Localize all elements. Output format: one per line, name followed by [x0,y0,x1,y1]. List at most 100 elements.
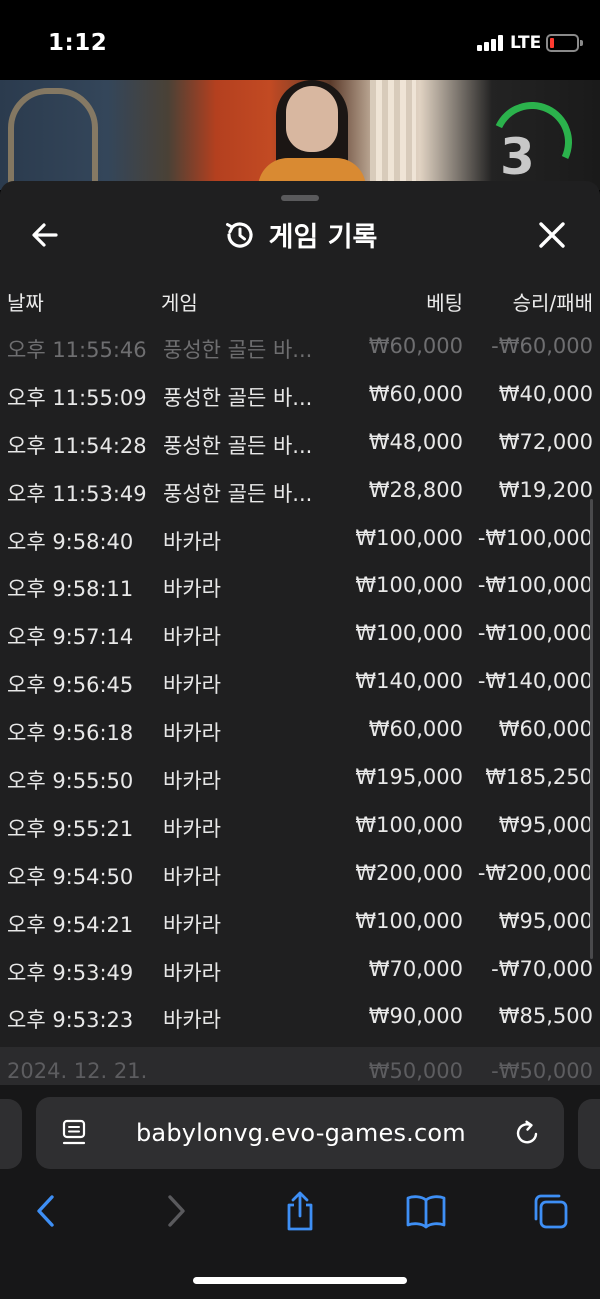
chevron-left-icon [37,1195,54,1227]
table-row[interactable]: 오후 11:54:28 풍성한 골든 바... ₩48,000 ₩72,000 [0,420,600,468]
table-header: 날짜 게임 베팅 승리/패배 [0,281,600,317]
browser-forward-button[interactable] [156,1189,196,1233]
close-button[interactable] [532,215,572,255]
row-result: -₩100,000 [477,525,593,550]
column-header-result: 승리/패배 [512,291,593,315]
row-date: 오후 9:53:23 [7,1008,134,1033]
network-type: LTE [510,33,542,53]
row-game: 바카라 [163,529,221,554]
history-table[interactable]: 오후 11:55:46 풍성한 골든 바... ₩60,000 -₩60,000 오후 … [0,324,600,1042]
row-date: 오후 9:53:49 [7,960,134,985]
row-game: 바카라 [163,1008,221,1033]
status-time: 1:12 [48,30,108,56]
row-bet: ₩100,000 [355,908,463,933]
countdown-timer-value: 3 [500,128,535,186]
row-bet: ₩70,000 [368,956,463,981]
scrollbar[interactable] [590,499,593,959]
row-date: 오후 9:58:11 [7,577,134,602]
row-date: 오후 11:55:09 [7,385,147,410]
table-row[interactable]: 오후 9:55:50 바카라 ₩195,000 ₩185,250 [0,755,600,803]
row-bet: ₩60,000 [368,334,463,358]
battery-icon [546,34,583,52]
row-bet: ₩100,000 [355,621,463,646]
previous-tab-preview[interactable] [0,1099,22,1169]
column-header-bet: 베팅 [426,291,463,315]
row-bet: ₩60,000 [368,381,463,406]
row-date: 오후 11:53:49 [7,481,147,506]
table-row[interactable]: 오후 9:53:23 바카라 ₩90,000 ₩85,500 [0,994,600,1042]
row-date: 오후 11:54:28 [7,433,147,458]
reload-icon[interactable] [514,1119,542,1147]
column-header-game: 게임 [161,291,198,315]
row-game: 풍성한 골든 바... [163,433,313,458]
tabs-button[interactable] [530,1189,570,1233]
row-game: 바카라 [163,864,221,889]
row-game: 바카라 [163,721,221,746]
table-row[interactable]: 오후 9:56:45 바카라 ₩140,000 -₩140,000 [0,659,600,707]
background-pillar [370,80,416,190]
row-result: -₩100,000 [477,621,593,646]
next-tab-preview[interactable] [578,1099,600,1169]
table-row[interactable]: 오후 11:53:49 풍성한 골든 바... ₩28,800 ₩19,200 [0,468,600,516]
address-bar[interactable]: babylonvg.evo-games.com [36,1097,564,1169]
table-row[interactable]: 오후 9:57:14 바카라 ₩100,000 -₩100,000 [0,611,600,659]
close-icon [539,222,565,248]
row-game: 풍성한 골든 바... [163,481,313,506]
row-date: 오후 9:56:18 [7,721,134,746]
sheet-grabber[interactable] [281,195,319,201]
bookmarks-button[interactable] [404,1189,448,1233]
row-date: 오후 9:54:50 [7,864,134,889]
tabs-icon [534,1194,568,1229]
row-result: ₩19,200 [498,477,593,502]
browser-back-button[interactable] [26,1189,66,1233]
row-game: 바카라 [163,960,221,985]
row-bet: ₩48,000 [368,429,463,454]
table-row[interactable]: 오후 9:58:11 바카라 ₩100,000 -₩100,000 [0,563,600,611]
panel-title: 게임 기록 [268,222,378,253]
url-text: babylonvg.evo-games.com [136,1119,466,1147]
table-row[interactable]: 오후 11:55:46 풍성한 골든 바... ₩60,000 -₩60,000 [0,324,600,372]
row-bet: ₩60,000 [368,717,463,742]
row-date: 오후 9:54:21 [7,912,134,937]
row-game: 바카라 [163,769,221,794]
game-history-panel: 게임 기록 날짜 게임 베팅 승리/패배 오후 11:55:46 풍성한 골든 바… [0,181,600,1085]
row-bet: ₩100,000 [355,573,463,598]
home-indicator[interactable] [193,1277,407,1284]
dealer-face [286,86,338,152]
book-icon [406,1195,446,1229]
row-result: ₩95,000 [498,812,593,837]
row-game: 바카라 [163,912,221,937]
row-result: ₩72,000 [498,429,593,454]
row-result: -₩200,000 [477,860,593,885]
row-result: ₩185,250 [485,765,593,790]
date-group-label: 2024. 12. 21. [7,1059,148,1083]
row-game: 바카라 [163,577,221,602]
share-button[interactable] [280,1189,320,1233]
table-row[interactable]: 오후 9:54:50 바카라 ₩200,000 -₩200,000 [0,851,600,899]
page-menu-icon[interactable] [62,1119,88,1147]
row-game: 바카라 [163,816,221,841]
row-result: ₩95,000 [498,908,593,933]
row-game: 바카라 [163,673,221,698]
date-group-result: -₩50,000 [491,1059,593,1083]
table-row[interactable]: 오후 9:53:49 바카라 ₩70,000 -₩70,000 [0,947,600,995]
row-result: -₩60,000 [491,334,593,358]
row-bet: ₩195,000 [355,765,463,790]
column-header-date: 날짜 [7,291,44,315]
date-group-row: 2024. 12. 21. ₩50,000 -₩50,000 [0,1047,600,1085]
row-date: 오후 9:57:14 [7,625,134,650]
row-date: 오후 9:58:40 [7,529,134,554]
row-date: 오후 9:56:45 [7,673,134,698]
table-row[interactable]: 오후 9:54:21 바카라 ₩100,000 ₩95,000 [0,899,600,947]
browser-toolbar: babylonvg.evo-games.com [0,1085,600,1299]
table-row[interactable]: 오후 11:55:09 풍성한 골든 바... ₩60,000 ₩40,000 [0,372,600,420]
status-bar: 1:12 LTE [0,0,600,80]
row-result: ₩85,500 [498,1004,593,1029]
chevron-right-icon [168,1195,185,1227]
table-row[interactable]: 오후 9:55:21 바카라 ₩100,000 ₩95,000 [0,803,600,851]
row-result: -₩100,000 [477,573,593,598]
table-row[interactable]: 오후 9:56:18 바카라 ₩60,000 ₩60,000 [0,707,600,755]
table-row[interactable]: 오후 9:58:40 바카라 ₩100,000 -₩100,000 [0,516,600,564]
row-game: 바카라 [163,625,221,650]
live-video: 3 [0,80,600,190]
